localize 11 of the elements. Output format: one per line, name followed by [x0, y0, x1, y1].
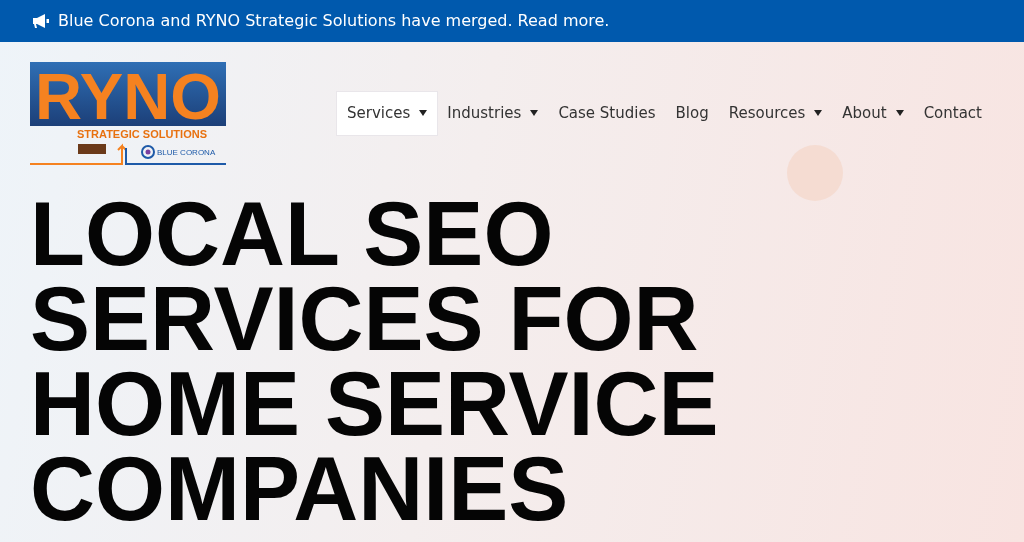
nav-link[interactable]: Services [337, 92, 438, 135]
megaphone-icon [32, 13, 50, 29]
nav-link[interactable]: Resources [718, 92, 833, 135]
nav-link[interactable]: Contact [913, 92, 992, 135]
nav-link[interactable]: Industries [437, 92, 549, 135]
nav-link[interactable]: Case Studies [548, 92, 666, 135]
announcement-link[interactable]: Blue Corona and RYNO Strategic Solutions have merged. Read more. [58, 9, 610, 33]
hero-headline: LOCAL SEO SERVICES FOR HOME SERVICE COMPANIES [29, 192, 720, 532]
nav-link[interactable]: About [832, 92, 914, 135]
logo-drawing: RYNO STRATEGIC SOLUTIONS BLUE CORONA [30, 60, 226, 167]
nav-link[interactable]: Blog [665, 92, 719, 135]
